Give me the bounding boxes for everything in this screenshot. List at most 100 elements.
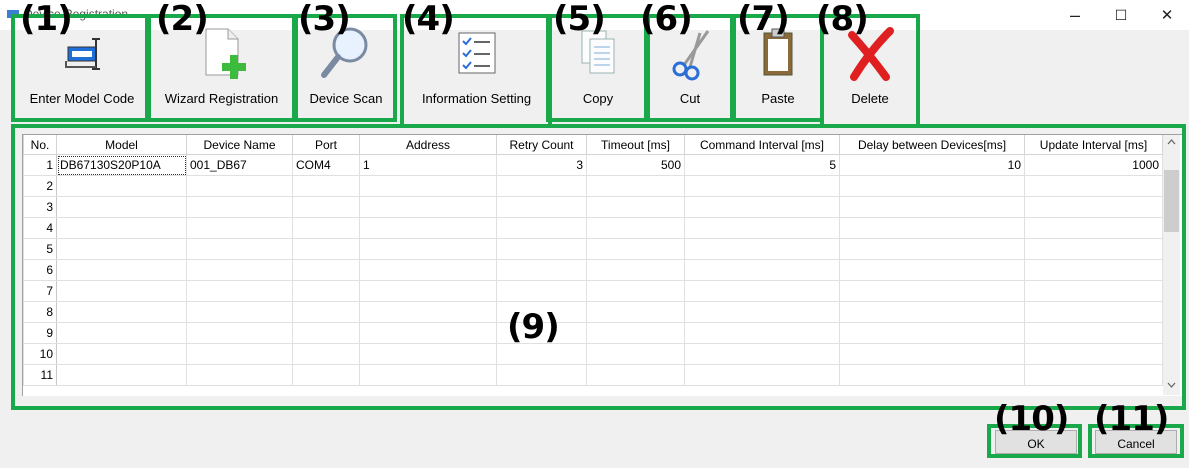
grid-cell[interactable] — [839, 259, 1025, 281]
grid-cell[interactable] — [1024, 322, 1163, 344]
timeout-cell[interactable]: 500 — [586, 154, 685, 176]
grid-cell[interactable] — [1024, 217, 1163, 239]
grid-cell[interactable] — [496, 175, 587, 197]
table-row[interactable]: 5 — [23, 238, 1163, 260]
grid-cell[interactable] — [56, 217, 187, 239]
grid-cell[interactable] — [186, 175, 293, 197]
row-number[interactable]: 1 — [23, 154, 57, 176]
delay-between-devices-cell[interactable]: 10 — [839, 154, 1025, 176]
column-header[interactable]: No. — [23, 135, 57, 155]
device-grid[interactable]: No. Model Device Name Port Address Retry… — [22, 134, 1184, 398]
table-row[interactable]: 4 — [23, 217, 1163, 239]
grid-cell[interactable] — [186, 322, 293, 344]
grid-cell[interactable] — [496, 196, 587, 218]
grid-cell[interactable] — [684, 322, 840, 344]
column-header[interactable]: Update Interval [ms] — [1024, 135, 1163, 155]
grid-cell[interactable] — [186, 217, 293, 239]
grid-cell[interactable] — [684, 364, 840, 386]
grid-cell[interactable] — [684, 175, 840, 197]
close-button[interactable]: ✕ — [1144, 0, 1189, 30]
grid-cell[interactable] — [839, 175, 1025, 197]
table-row[interactable]: 10 — [23, 343, 1163, 365]
row-number[interactable]: 7 — [23, 280, 57, 302]
grid-cell[interactable] — [684, 196, 840, 218]
grid-cell[interactable] — [839, 217, 1025, 239]
table-row[interactable]: 11 — [23, 364, 1163, 386]
grid-cell[interactable] — [359, 322, 497, 344]
column-header[interactable]: Address — [359, 135, 497, 155]
grid-cell[interactable] — [839, 343, 1025, 365]
row-number[interactable]: 8 — [23, 301, 57, 323]
column-header[interactable]: Device Name — [186, 135, 293, 155]
grid-cell[interactable] — [839, 280, 1025, 302]
column-header[interactable]: Command Interval [ms] — [684, 135, 840, 155]
row-number[interactable]: 5 — [23, 238, 57, 260]
grid-cell[interactable] — [56, 238, 187, 260]
grid-cell[interactable] — [839, 238, 1025, 260]
grid-cell[interactable] — [586, 343, 685, 365]
grid-cell[interactable] — [586, 301, 685, 323]
port-cell[interactable]: COM4 — [292, 154, 360, 176]
grid-cell[interactable] — [1024, 301, 1163, 323]
grid-cell[interactable] — [586, 364, 685, 386]
grid-cell[interactable] — [1024, 364, 1163, 386]
grid-cell[interactable] — [684, 259, 840, 281]
grid-cell[interactable] — [359, 364, 497, 386]
grid-cell[interactable] — [186, 301, 293, 323]
grid-cell[interactable] — [186, 196, 293, 218]
grid-cell[interactable] — [496, 280, 587, 302]
device-name-cell[interactable]: 001_DB67 — [186, 154, 293, 176]
grid-cell[interactable] — [1024, 280, 1163, 302]
row-number[interactable]: 10 — [23, 343, 57, 365]
grid-cell[interactable] — [359, 238, 497, 260]
row-number[interactable]: 6 — [23, 259, 57, 281]
grid-cell[interactable] — [292, 259, 360, 281]
grid-cell[interactable] — [186, 364, 293, 386]
grid-cell[interactable] — [1024, 196, 1163, 218]
grid-cell[interactable] — [586, 259, 685, 281]
row-number[interactable]: 3 — [23, 196, 57, 218]
grid-cell[interactable] — [186, 259, 293, 281]
row-number[interactable]: 2 — [23, 175, 57, 197]
grid-cell[interactable] — [56, 301, 187, 323]
grid-cell[interactable] — [359, 301, 497, 323]
table-row[interactable]: 3 — [23, 196, 1163, 218]
table-row[interactable]: 6 — [23, 259, 1163, 281]
grid-cell[interactable] — [586, 196, 685, 218]
grid-cell[interactable] — [839, 301, 1025, 323]
grid-cell[interactable] — [292, 280, 360, 302]
grid-cell[interactable] — [586, 217, 685, 239]
grid-cell[interactable] — [586, 322, 685, 344]
grid-cell[interactable] — [1024, 175, 1163, 197]
device-table[interactable]: No. Model Device Name Port Address Retry… — [23, 135, 1163, 386]
column-header[interactable]: Delay between Devices[ms] — [839, 135, 1025, 155]
grid-cell[interactable] — [292, 217, 360, 239]
grid-cell[interactable] — [684, 238, 840, 260]
grid-cell[interactable] — [359, 343, 497, 365]
grid-cell[interactable] — [496, 259, 587, 281]
table-row[interactable]: 8 — [23, 301, 1163, 323]
grid-cell[interactable] — [292, 196, 360, 218]
grid-cell[interactable] — [1024, 238, 1163, 260]
grid-cell[interactable] — [1024, 343, 1163, 365]
grid-cell[interactable] — [186, 238, 293, 260]
grid-cell[interactable] — [684, 343, 840, 365]
grid-cell[interactable] — [359, 196, 497, 218]
table-row[interactable]: 2 — [23, 175, 1163, 197]
grid-cell[interactable] — [359, 259, 497, 281]
grid-cell[interactable] — [359, 280, 497, 302]
grid-cell[interactable] — [56, 364, 187, 386]
grid-cell[interactable] — [292, 238, 360, 260]
update-interval-cell[interactable]: 1000 — [1024, 154, 1163, 176]
grid-cell[interactable] — [839, 322, 1025, 344]
grid-cell[interactable] — [56, 259, 187, 281]
column-header[interactable]: Retry Count — [496, 135, 587, 155]
grid-cell[interactable] — [292, 301, 360, 323]
grid-cell[interactable] — [684, 280, 840, 302]
row-number[interactable]: 4 — [23, 217, 57, 239]
grid-cell[interactable] — [56, 196, 187, 218]
grid-cell[interactable] — [186, 343, 293, 365]
model-cell[interactable]: DB67130S20P10A — [56, 154, 187, 176]
column-header[interactable]: Model — [56, 135, 187, 155]
grid-cell[interactable] — [839, 196, 1025, 218]
